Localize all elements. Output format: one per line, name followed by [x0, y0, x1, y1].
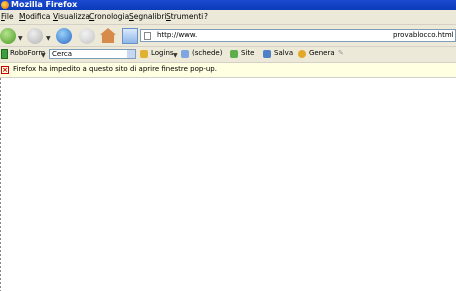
genera-button[interactable]: Genera [309, 49, 335, 57]
stop-button[interactable] [79, 28, 95, 44]
firefox-icon [1, 1, 9, 9]
schede-button[interactable]: (schede) [192, 49, 222, 57]
page-content [0, 78, 456, 291]
schede-icon [181, 50, 189, 58]
menu-segnalibri[interactable]: Segnalibri [129, 12, 167, 21]
roboform-icon [1, 49, 8, 59]
navigation-toolbar: ▼ ▼ http://www. provablocco.html [0, 25, 456, 47]
menu-modifica[interactable]: Modifica [19, 12, 50, 21]
popup-blocked-message: Firefox ha impedito a questo sito di apr… [13, 65, 217, 73]
options-icon[interactable]: ✎ [338, 49, 344, 57]
reload-button[interactable] [56, 28, 72, 44]
salva-button[interactable]: Salva [274, 49, 293, 57]
genera-icon [298, 50, 306, 58]
page-icon [144, 32, 151, 40]
siti-button[interactable]: Site [241, 49, 254, 57]
window-titlebar: Mozilla Firefox [0, 0, 456, 10]
menu-help[interactable]: ? [204, 12, 208, 21]
save-icon [263, 50, 271, 58]
roboform-search-value: Cerca [52, 50, 73, 58]
url-text-start: http://www. [157, 31, 198, 39]
logins-icon [140, 50, 148, 58]
url-text-end: provablocco.html [393, 31, 454, 39]
home-button[interactable] [100, 28, 116, 43]
menu-strumenti[interactable]: Strumenti [166, 12, 203, 21]
logins-button[interactable]: Logins [151, 49, 174, 57]
window-title: Mozilla Firefox [11, 0, 78, 9]
search-dropdown-icon[interactable] [127, 50, 135, 58]
back-dropdown-icon[interactable]: ▼ [18, 35, 23, 42]
menu-bar: File Modifica Visualizza Cronologia Segn… [0, 10, 456, 25]
logins-dropdown-icon[interactable]: ▼ [173, 52, 178, 59]
url-bar[interactable]: http://www. provablocco.html [140, 29, 456, 42]
back-button[interactable] [0, 28, 16, 44]
menu-visualizza[interactable]: Visualizza [53, 12, 90, 21]
roboform-button[interactable]: RoboForm [10, 49, 45, 57]
menu-cronologia[interactable]: Cronologia [89, 12, 129, 21]
page-left-edge [0, 78, 1, 291]
menu-file[interactable]: File [1, 12, 14, 21]
popup-blocked-bar[interactable]: × Firefox ha impedito a questo sito di a… [0, 63, 456, 78]
forward-button[interactable] [27, 28, 43, 44]
blocked-icon: × [1, 66, 9, 74]
roboform-toolbar: RoboForm ▼ Cerca Logins ▼ (schede) Site … [0, 47, 456, 63]
page-tool-icon[interactable] [122, 28, 138, 44]
roboform-search-field[interactable]: Cerca [49, 49, 136, 59]
url-redacted [333, 32, 393, 40]
siti-icon [230, 50, 238, 58]
forward-dropdown-icon[interactable]: ▼ [46, 35, 51, 42]
roboform-dropdown-icon[interactable]: ▼ [41, 52, 46, 59]
